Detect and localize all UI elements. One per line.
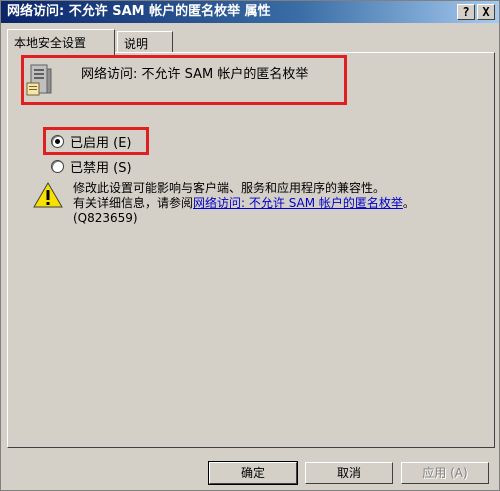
server-policy-icon	[26, 64, 52, 96]
warning-line-1: 修改此设置可能影响与客户端、服务和应用程序的兼容性。	[73, 181, 386, 195]
close-icon: X	[482, 5, 490, 19]
tab-local-security-setting[interactable]: 本地安全设置	[7, 29, 115, 55]
cancel-button[interactable]: 取消	[305, 462, 393, 484]
warning-prefix: 有关详细信息，请参阅	[73, 196, 194, 210]
tab-label: 说明	[124, 37, 149, 51]
disabled-label: 已禁用 (S)	[70, 160, 132, 176]
tab-panel	[7, 52, 495, 448]
enabled-label: 已启用 (E)	[70, 135, 132, 151]
warning-icon	[33, 182, 63, 208]
properties-dialog: 网络访问: 不允许 SAM 帐户的匿名枚举 属性 ? X 本地安全设置 说明 网…	[0, 0, 500, 491]
title-bar[interactable]: 网络访问: 不允许 SAM 帐户的匿名枚举 属性	[1, 1, 499, 23]
tab-label: 本地安全设置	[14, 36, 87, 50]
help-icon: ?	[462, 5, 470, 19]
enabled-option[interactable]: 已启用 (E)	[51, 133, 132, 151]
help-button[interactable]: ?	[457, 4, 475, 20]
close-button[interactable]: X	[477, 4, 495, 20]
ok-button[interactable]: 确定	[208, 461, 298, 485]
window-title: 网络访问: 不允许 SAM 帐户的匿名枚举 属性	[7, 4, 271, 19]
enabled-radio[interactable]	[51, 134, 64, 148]
disabled-option[interactable]: 已禁用 (S)	[51, 158, 132, 176]
compatibility-warning: 修改此设置可能影响与客户端、服务和应用程序的兼容性。 有关详细信息，请参阅网络访…	[73, 181, 473, 226]
policy-name: 网络访问: 不允许 SAM 帐户的匿名枚举	[81, 67, 309, 82]
disabled-radio[interactable]	[51, 159, 64, 173]
tab-explain[interactable]: 说明	[117, 31, 173, 53]
cancel-label: 取消	[336, 466, 361, 480]
apply-label: 应用 (A)	[422, 466, 468, 480]
policy-help-link[interactable]: 网络访问: 不允许 SAM 帐户的匿名枚举	[193, 196, 403, 210]
ok-label: 确定	[240, 466, 265, 480]
apply-button[interactable]: 应用 (A)	[401, 462, 489, 484]
warning-line-2: 有关详细信息，请参阅网络访问: 不允许 SAM 帐户的匿名枚举。 (Q82365…	[73, 196, 473, 226]
